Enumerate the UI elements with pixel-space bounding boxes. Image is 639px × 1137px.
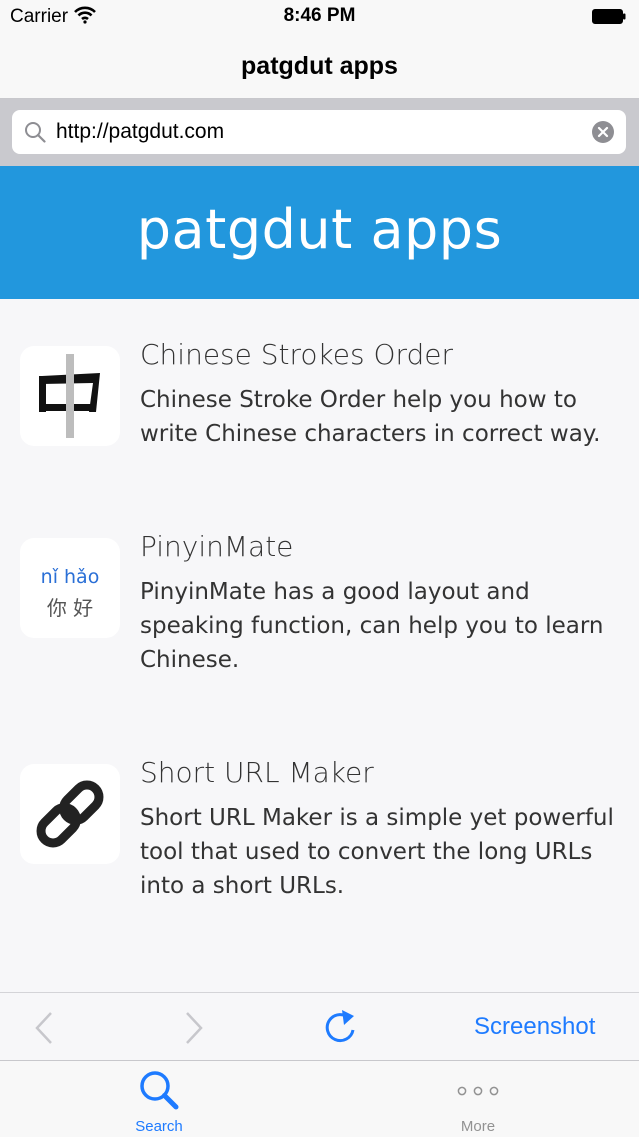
tab-search[interactable]: Search <box>79 1061 239 1137</box>
tab-label: More <box>460 1118 496 1135</box>
app-description: Chinese Stroke Order help you how to wri… <box>140 387 601 447</box>
nav-title: patgdut apps <box>241 52 398 80</box>
reload-icon[interactable] <box>322 1007 358 1047</box>
tab-bar: Search More <box>0 1060 639 1137</box>
app-description: Short URL Maker is a simple yet powerful… <box>140 805 614 899</box>
status-time: 8:46 PM <box>283 5 356 26</box>
app-icon-hanzi: 你 好 <box>46 596 94 620</box>
pinyinmate-app-icon[interactable]: nǐ hǎo 你 好 <box>20 538 120 638</box>
zhong-character-icon <box>39 354 100 438</box>
url-bar-area <box>0 99 639 166</box>
app-icon-pinyin: nǐ hǎo <box>40 566 100 588</box>
app-description: PinyinMate has a good layout and speakin… <box>140 579 604 673</box>
battery-icon <box>592 9 626 24</box>
app-name[interactable]: PinyinMate <box>140 530 293 563</box>
back-icon[interactable] <box>32 1011 56 1045</box>
screenshot-button[interactable]: Screenshot <box>474 1013 595 1041</box>
short-url-maker-app-icon[interactable] <box>20 764 120 864</box>
browser-toolbar: Screenshot <box>0 992 639 1061</box>
clear-icon[interactable] <box>592 121 614 143</box>
link-icon <box>36 780 104 848</box>
search-icon <box>140 1071 179 1110</box>
status-bar: Carrier 8:46 PM <box>0 0 639 34</box>
app-name[interactable]: Short URL Maker <box>140 756 374 789</box>
tab-more[interactable]: More <box>398 1061 558 1137</box>
app-name[interactable]: Chinese Strokes Order <box>140 338 453 371</box>
tab-label: Search <box>135 1118 183 1135</box>
search-icon <box>25 122 46 143</box>
navigation-bar: patgdut apps <box>0 34 639 99</box>
site-title: patgdut apps <box>136 198 503 261</box>
more-icon <box>457 1086 499 1096</box>
url-input[interactable] <box>56 116 576 148</box>
site-header: patgdut apps <box>0 166 639 299</box>
url-field[interactable] <box>12 110 626 154</box>
forward-icon[interactable] <box>182 1011 206 1045</box>
chinese-strokes-order-app-icon[interactable] <box>20 346 120 446</box>
